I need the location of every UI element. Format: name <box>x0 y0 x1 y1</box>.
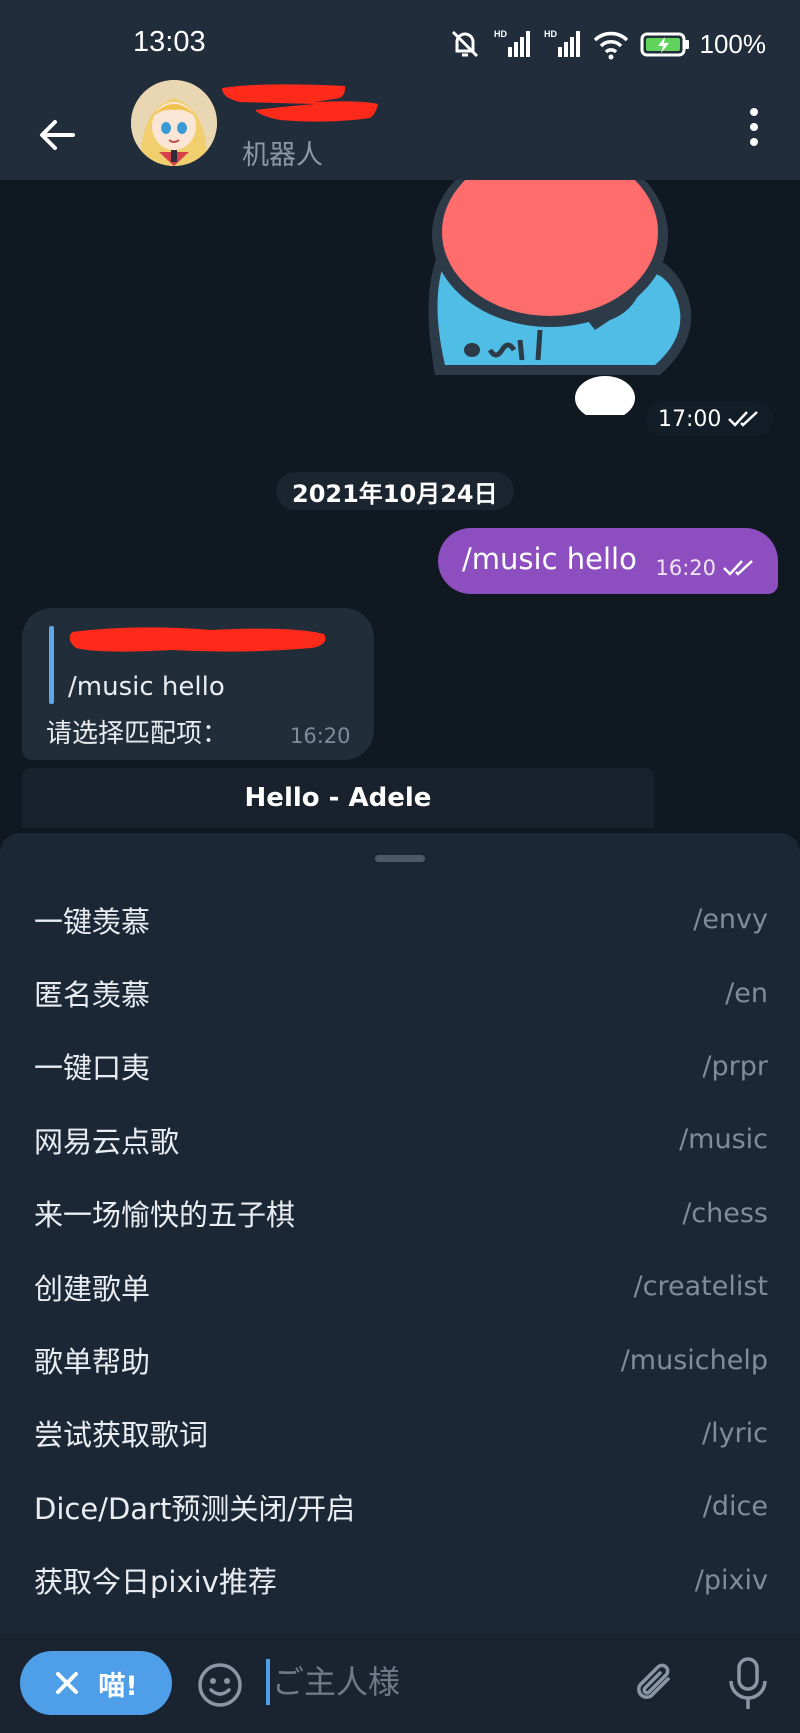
command-item[interactable]: 创建歌单/createlist <box>0 1250 800 1323</box>
command-item[interactable]: 来一场愉快的五子棋/chess <box>0 1177 800 1250</box>
command-name: /dice <box>702 1491 768 1523</box>
command-name: /envy <box>693 904 768 936</box>
hd-label: HD <box>494 29 507 39</box>
command-suggestions-sheet: 一键羡慕/envy 匿名羡慕/en 一键口夷/prpr 网易云点歌/music … <box>0 833 800 1633</box>
chat-header <box>0 90 800 180</box>
command-name: /pixiv <box>694 1564 768 1596</box>
close-icon <box>56 1672 79 1694</box>
command-description: 匿名羡慕 <box>34 978 151 1013</box>
command-description: 尝试获取歌词 <box>34 1418 209 1453</box>
signal-hd-icon-2: HD <box>544 29 580 57</box>
command-name: /music <box>679 1124 768 1156</box>
inline-button-hello-adele[interactable]: Hello - Adele <box>22 768 654 828</box>
reply-bar <box>49 626 54 704</box>
incoming-message-text: 请选择匹配项： <box>46 719 229 749</box>
command-description: Dice/Dart预测关闭/开启 <box>34 1491 356 1526</box>
command-item[interactable]: 歌单帮助/musichelp <box>0 1323 800 1396</box>
double-check-icon <box>728 411 759 427</box>
command-name: /musichelp <box>620 1344 768 1376</box>
command-item[interactable]: 一键口夷/prpr <box>0 1030 800 1103</box>
outgoing-message-meta: 16:20 <box>655 556 756 580</box>
status-icons: HD HD 100% <box>448 26 767 62</box>
command-name: /createlist <box>633 1271 768 1303</box>
wifi-icon <box>593 31 628 60</box>
bot-button-label: 喵! <box>98 1670 138 1702</box>
command-name: /chess <box>682 1197 768 1229</box>
message-input[interactable] <box>272 1655 602 1709</box>
smile-icon[interactable] <box>196 1661 244 1709</box>
more-vertical-icon <box>750 108 758 116</box>
command-item[interactable]: 匿名羡慕/en <box>0 956 800 1029</box>
mute-bell-icon <box>451 30 478 58</box>
command-description: 创建歌单 <box>34 1271 151 1306</box>
battery-percent: 100% <box>699 28 767 59</box>
status-time: 13:03 <box>133 26 206 58</box>
command-description: 歌单帮助 <box>34 1345 151 1380</box>
command-name: /en <box>725 977 768 1009</box>
command-description: 网易云点歌 <box>34 1124 180 1159</box>
text-cursor <box>266 1659 270 1705</box>
sticker-time: 17:00 <box>646 402 774 436</box>
back-button[interactable] <box>30 108 84 162</box>
signal-hd-icon: HD <box>494 29 530 57</box>
command-item[interactable]: 一键羡慕/envy <box>0 883 800 956</box>
paperclip-icon[interactable] <box>630 1657 680 1711</box>
command-description: 一键羡慕 <box>34 904 151 939</box>
command-description: 来一场愉快的五子棋 <box>34 1198 296 1233</box>
sticker-image[interactable] <box>410 180 710 415</box>
incoming-message-time: 16:20 <box>290 724 351 748</box>
outgoing-message-time: 16:20 <box>655 556 716 580</box>
bot-name-redacted <box>222 84 378 122</box>
more-menu-button[interactable] <box>736 104 772 150</box>
reply-quote-text: /music hello <box>68 672 225 702</box>
date-divider: 2021年10月24日 <box>276 472 514 510</box>
command-name: /lyric <box>701 1417 768 1449</box>
bot-subtitle: 机器人 <box>242 140 323 171</box>
command-item[interactable]: Dice/Dart预测关闭/开启/dice <box>0 1470 800 1543</box>
inline-keyboard: Hello - Adele <box>22 768 654 828</box>
hd-label-2: HD <box>544 29 557 39</box>
battery-icon <box>640 32 689 57</box>
outgoing-message-text: /music hello <box>462 542 637 576</box>
status-bar: 13:03 HD HD 100% <box>0 0 800 90</box>
command-item[interactable]: 网易云点歌/music <box>0 1103 800 1176</box>
command-description: 一键口夷 <box>34 1051 151 1086</box>
command-name: /prpr <box>702 1050 768 1082</box>
bot-avatar[interactable] <box>131 80 217 166</box>
incoming-message[interactable]: /music hello 请选择匹配项： 16:20 <box>22 608 374 760</box>
bot-commands-button[interactable]: 喵! <box>20 1651 172 1715</box>
command-list: 一键羡慕/envy 匿名羡慕/en 一键口夷/prpr 网易云点歌/music … <box>0 883 800 1617</box>
reply-author-redacted <box>69 627 326 652</box>
double-check-icon <box>723 560 753 576</box>
arrow-left-icon <box>40 120 75 150</box>
command-description: 获取今日pixiv推荐 <box>34 1565 277 1600</box>
outgoing-message[interactable]: /music hello 16:20 <box>438 528 778 594</box>
sheet-drag-handle[interactable] <box>375 855 425 862</box>
anime-avatar-image <box>131 80 217 166</box>
microphone-icon[interactable] <box>726 1655 770 1713</box>
message-input-bar: 喵! <box>0 1633 800 1733</box>
command-item[interactable]: 获取今日pixiv推荐/pixiv <box>0 1544 800 1617</box>
sticker-time-text: 17:00 <box>658 406 722 432</box>
command-item[interactable]: 尝试获取歌词/lyric <box>0 1397 800 1470</box>
